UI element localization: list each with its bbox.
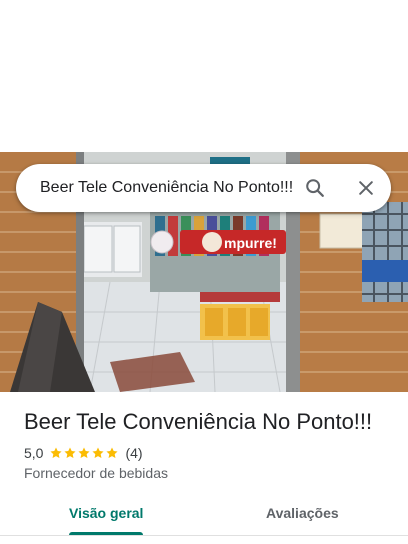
place-category[interactable]: Fornecedor de bebidas bbox=[24, 465, 168, 481]
top-blank-area bbox=[0, 0, 408, 152]
place-tabs: Visão geral Avaliações bbox=[0, 500, 408, 538]
tab-reviews[interactable]: Avaliações bbox=[266, 505, 339, 521]
search-bar[interactable]: Beer Tele Conveniência No Ponto!!! bbox=[16, 164, 391, 212]
star-icon bbox=[50, 447, 63, 459]
rating-value: 5,0 bbox=[24, 445, 44, 461]
star-rating bbox=[49, 446, 119, 460]
search-icon[interactable] bbox=[301, 174, 329, 202]
photo-sign-text: mpurre! bbox=[224, 235, 277, 251]
star-icon bbox=[64, 447, 77, 459]
tab-overview[interactable]: Visão geral bbox=[69, 505, 143, 521]
tabs-divider bbox=[0, 535, 408, 536]
star-icon bbox=[78, 447, 91, 459]
close-icon[interactable] bbox=[352, 174, 380, 202]
rating-row[interactable]: 5,0 (4) bbox=[24, 444, 143, 462]
star-icon bbox=[106, 447, 119, 459]
place-title: Beer Tele Conveniência No Ponto!!! bbox=[24, 409, 373, 434]
review-count[interactable]: (4) bbox=[125, 445, 142, 461]
search-input[interactable]: Beer Tele Conveniência No Ponto!!! bbox=[40, 164, 293, 212]
star-icon bbox=[92, 447, 105, 459]
